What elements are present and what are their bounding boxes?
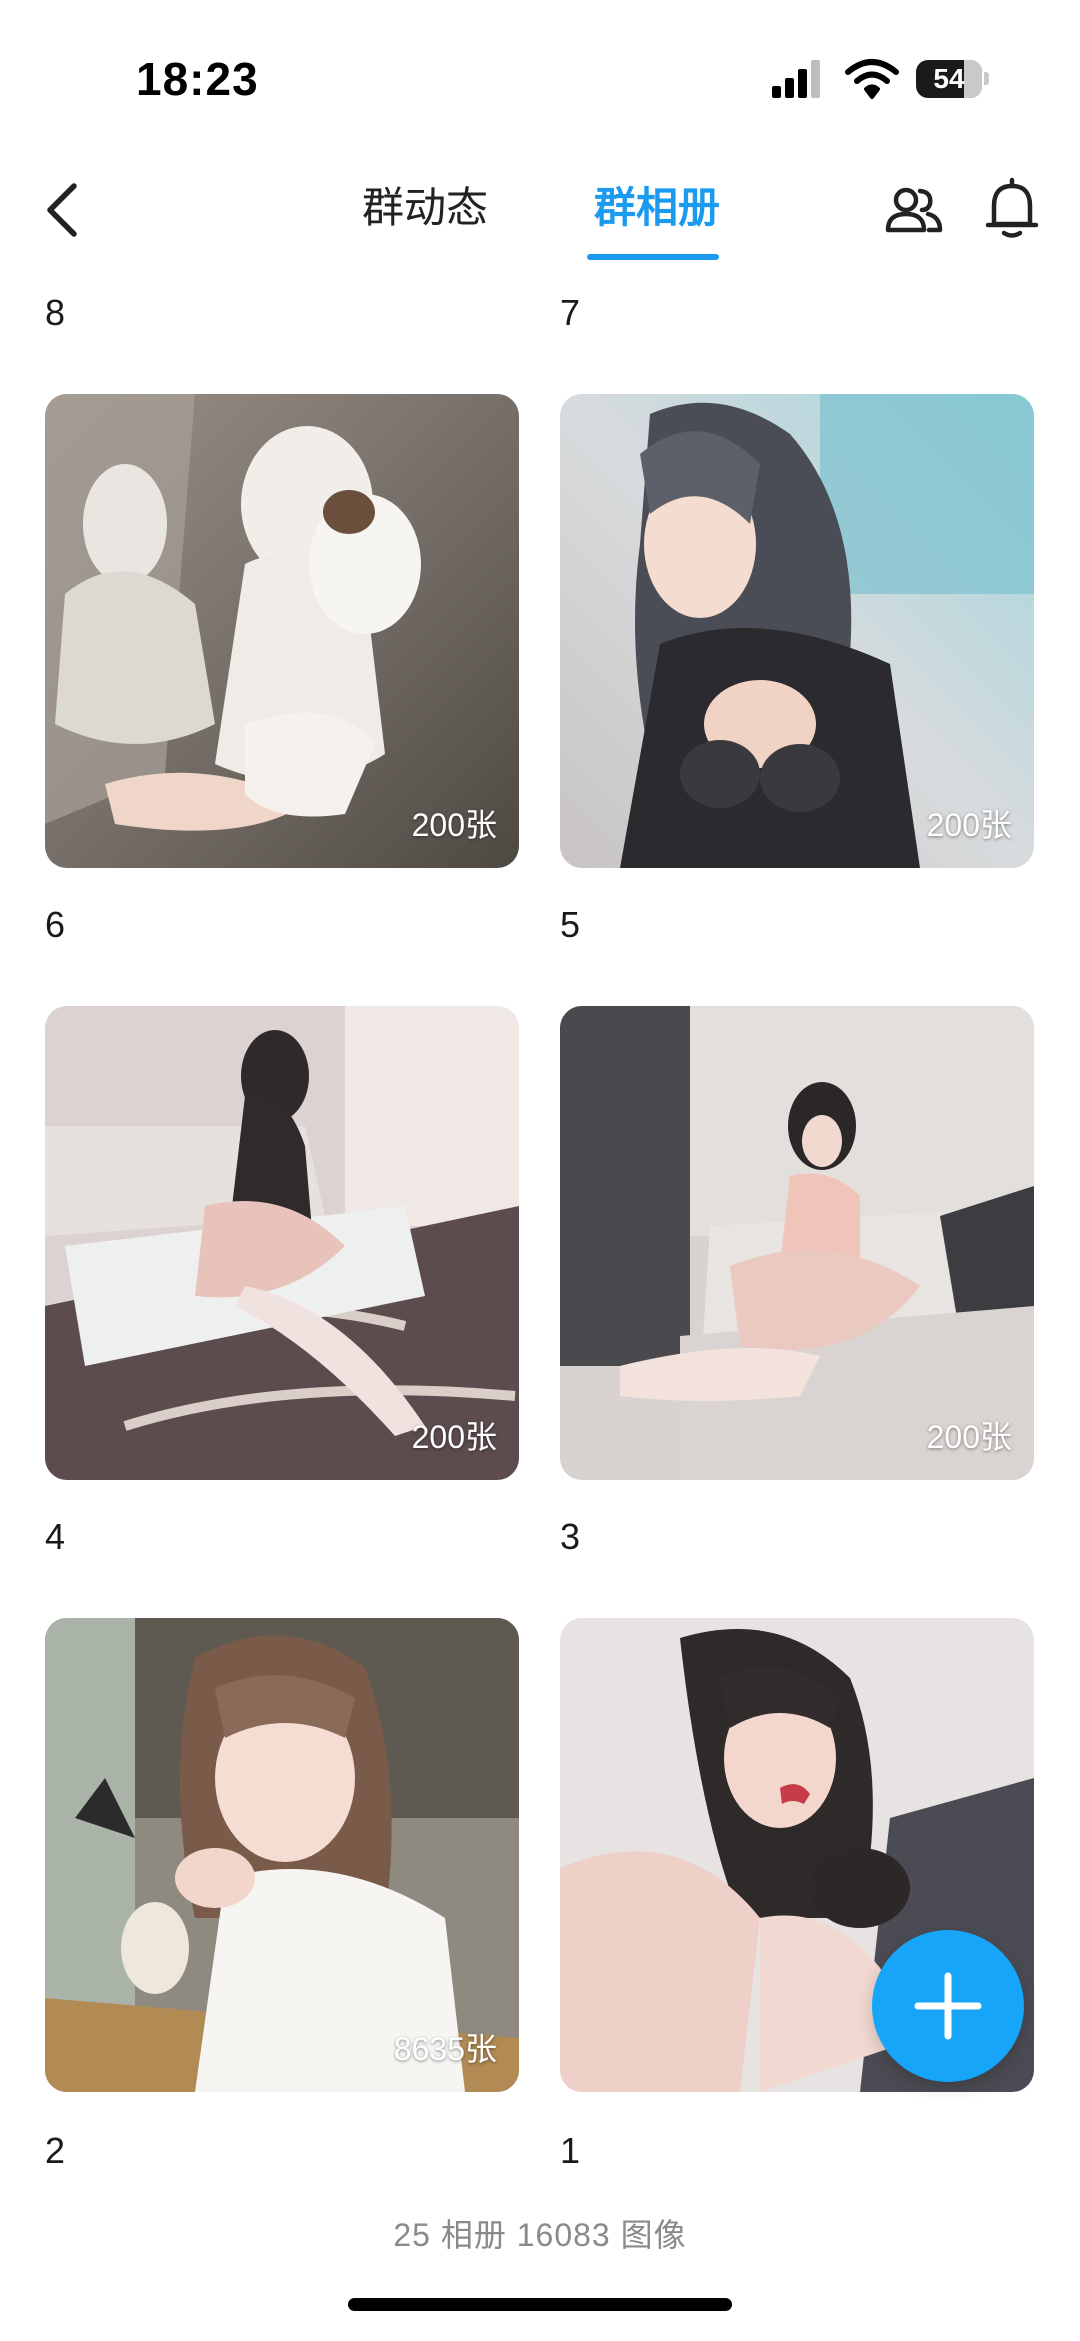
album-cover-photo — [560, 394, 1034, 868]
wifi-icon — [845, 59, 899, 99]
album-cover-photo — [45, 394, 519, 868]
plus-icon — [914, 1972, 982, 2040]
photo-count: 200张 — [411, 807, 497, 843]
album-cover[interactable]: 200张 — [45, 1006, 519, 1480]
photo-count: 200张 — [411, 1419, 497, 1455]
status-time: 18:23 — [136, 53, 259, 105]
album-label: 7 — [560, 292, 581, 333]
album-cover[interactable]: 8635张 — [45, 1618, 519, 2092]
album-cover-photo — [45, 1006, 519, 1480]
active-tab-indicator — [587, 254, 719, 260]
status-icons: 54 — [770, 58, 1000, 100]
album-label: 5 — [560, 904, 581, 945]
photo-count: 8635张 — [393, 2031, 497, 2067]
bell-icon — [985, 177, 1039, 238]
home-indicator — [348, 2298, 732, 2311]
battery-tip — [984, 72, 989, 85]
add-album-button[interactable] — [872, 1930, 1024, 2082]
album-label: 8 — [45, 292, 66, 333]
back-button[interactable] — [40, 180, 90, 240]
album-summary: 25 相册 16083 图像 — [393, 2217, 687, 2253]
notifications-button[interactable] — [984, 176, 1040, 242]
photo-count: 200张 — [926, 1419, 1012, 1455]
album-label: 4 — [45, 1516, 66, 1557]
album-label: 6 — [45, 904, 66, 945]
album-label: 1 — [560, 2130, 581, 2171]
album-label: 3 — [560, 1516, 581, 1557]
album-label: 2 — [45, 2130, 66, 2171]
group-album-page: 18:23 54 群动态 群相册 8 7 200张 200张 6 5 200张 … — [0, 0, 1080, 2341]
album-cover[interactable]: 200张 — [45, 394, 519, 868]
photo-count: 200张 — [926, 807, 1012, 843]
tab-group-feed[interactable]: 群动态 — [355, 180, 495, 236]
members-button[interactable] — [884, 180, 944, 240]
album-cover-photo — [560, 1006, 1034, 1480]
battery-icon: 54 — [916, 60, 982, 98]
members-icon — [885, 187, 943, 233]
tab-group-album[interactable]: 群相册 — [587, 180, 727, 236]
album-cover[interactable]: 200张 — [560, 394, 1034, 868]
back-chevron-icon — [47, 183, 77, 237]
cellular-signal-icon — [772, 60, 820, 98]
album-cover-photo — [45, 1618, 519, 2092]
album-cover[interactable]: 200张 — [560, 1006, 1034, 1480]
battery-level: 54 — [933, 63, 965, 94]
